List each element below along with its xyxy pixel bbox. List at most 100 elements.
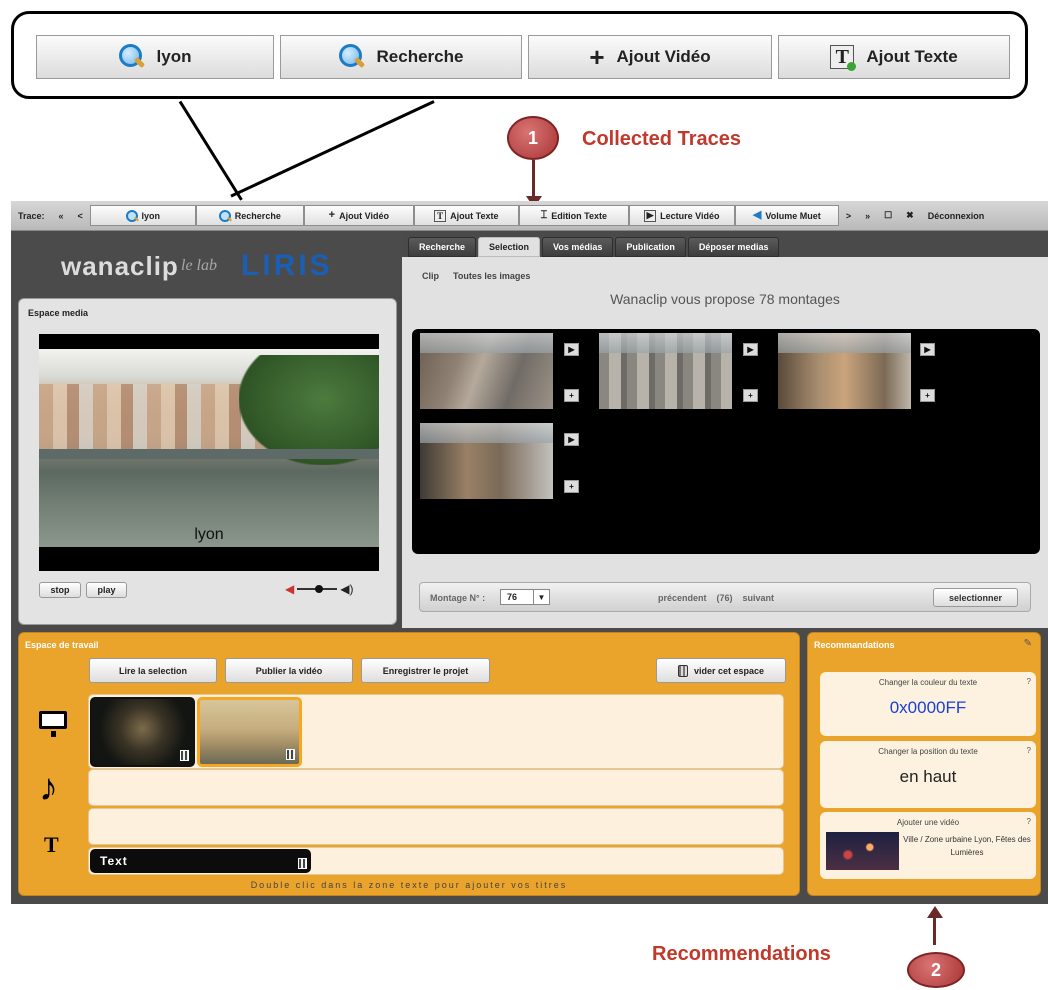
video-track[interactable] [88, 694, 784, 769]
text-track-empty[interactable] [88, 808, 784, 845]
reco-card-color[interactable]: Changer la couleur du texte ? 0x0000FF [820, 672, 1036, 736]
prev-button[interactable]: < [71, 211, 90, 221]
volume-slider[interactable] [297, 585, 338, 593]
window-icon[interactable]: ☐ [877, 210, 899, 221]
settings-icon[interactable]: ✎ [1024, 638, 1032, 649]
volume-knob[interactable] [315, 585, 324, 593]
lelab-logo: le lab [181, 257, 217, 274]
trash-icon[interactable] [180, 750, 189, 761]
help-icon[interactable]: ? [1027, 817, 1031, 826]
reco-color-value: 0x0000FF [889, 698, 967, 717]
arrow-2-shaft [933, 917, 936, 945]
callout-connector-left [178, 100, 243, 201]
play-icon[interactable]: ▶ [743, 343, 758, 356]
close-icon[interactable]: ✖ [899, 210, 921, 221]
video-player[interactable]: lyon [39, 334, 379, 571]
search-icon [218, 209, 231, 222]
play-button[interactable]: play [86, 582, 127, 598]
trace-ajout-video-button[interactable]: + Ajout Vidéo [303, 205, 414, 226]
trace-volume-muet-button[interactable]: ◀ Volume Muet [734, 205, 839, 226]
tab-vos-medias[interactable]: Vos médias [542, 237, 614, 257]
tab-recherche[interactable]: Recherche [408, 237, 477, 257]
selection-sublinks: Clip Toutes les images [422, 271, 530, 281]
reco-card-position[interactable]: Changer la position du texte ? en haut [820, 741, 1036, 808]
plus-icon: + [589, 42, 605, 72]
trace-recherche-button[interactable]: Recherche [195, 205, 304, 226]
text-clip[interactable]: Text [90, 849, 311, 873]
clear-space-button[interactable]: vider cet espace [656, 658, 786, 683]
previous-link[interactable]: précendent [658, 593, 707, 603]
search-icon [125, 209, 138, 222]
workspace-panel: Espace de travail Lire la selection Publ… [18, 632, 800, 896]
thumbnail[interactable] [599, 333, 732, 409]
search-icon [338, 44, 365, 70]
trace-toolbar: Trace: « < lyon Recherche + Ajout Vidéo … [11, 201, 1048, 231]
montage-count: (76) [716, 593, 733, 603]
clip-link[interactable]: Clip [422, 271, 439, 281]
montage-proposal-text: Wanaclip vous propose 78 montages [610, 291, 840, 307]
video-frame [39, 349, 379, 547]
liris-logo: LIRIS [241, 249, 333, 282]
select-button[interactable]: selectionner [933, 588, 1018, 607]
play-icon[interactable]: ▶ [564, 433, 579, 446]
help-icon[interactable]: ? [1027, 677, 1031, 686]
trash-icon[interactable] [286, 749, 295, 760]
timeline-clip[interactable] [90, 697, 195, 767]
logout-link[interactable]: Déconnexion [921, 211, 992, 221]
text-track[interactable]: Text [88, 847, 784, 875]
monitor-icon [39, 711, 67, 737]
next-link[interactable]: suivant [743, 593, 775, 603]
callout-ajout-video-button: + Ajout Vidéo [528, 35, 772, 79]
trace-lyon-button[interactable]: lyon [89, 205, 196, 226]
tab-deposer-medias[interactable]: Déposer medias [687, 237, 780, 257]
add-icon[interactable]: + [564, 389, 579, 402]
stop-button[interactable]: stop [39, 582, 81, 598]
add-icon[interactable]: + [564, 480, 579, 493]
play-icon[interactable]: ▶ [920, 343, 935, 356]
add-icon[interactable]: + [920, 389, 935, 402]
volume-control[interactable]: ◀ ◀) [285, 581, 375, 597]
reco-video-thumbnail[interactable] [826, 832, 899, 870]
speaker-icon[interactable]: ◀) [340, 582, 353, 596]
trace-ajout-texte-button[interactable]: T Ajout Texte [413, 205, 519, 226]
video-caption: lyon [194, 526, 224, 543]
thumbnail-grid: ▶ + ▶ + ▶ + ▶ + [412, 329, 1040, 554]
mute-speaker-icon[interactable]: ◀ [285, 582, 294, 596]
play-icon[interactable]: ▶ [564, 343, 579, 356]
tab-selection[interactable]: Selection [478, 237, 541, 257]
save-project-button[interactable]: Enregistrer le projet [361, 658, 490, 683]
audio-track[interactable] [88, 769, 784, 806]
reco-position-value: en haut [899, 767, 957, 786]
trace-lecture-video-button[interactable]: ▶ Lecture Vidéo [628, 205, 735, 226]
workspace-hint: Double clic dans la zone texte pour ajou… [250, 880, 568, 890]
add-icon[interactable]: + [743, 389, 758, 402]
chevron-down-icon[interactable]: ▼ [533, 590, 549, 604]
tab-publication[interactable]: Publication [615, 237, 686, 257]
media-panel: Espace media lyon stop play ◀ ◀) [18, 298, 397, 625]
trace-edition-texte-button[interactable]: ⌶ Edition Texte [518, 205, 629, 226]
search-icon [118, 44, 145, 70]
timeline-clip-selected[interactable] [197, 697, 302, 767]
callout-connector-right [230, 100, 435, 198]
arrow-1-shaft [532, 160, 535, 196]
last-button[interactable]: » [858, 211, 877, 221]
recommendations-panel: Recommandations ✎ Changer la couleur du … [807, 632, 1041, 896]
first-button[interactable]: « [52, 211, 71, 221]
recommendations-annotation-label: Recommendations [652, 943, 831, 965]
workspace-title: Espace de travail [25, 640, 99, 650]
reco-card-video[interactable]: Ajouter une vidéo ? Ville / Zone urbaine… [820, 812, 1036, 879]
help-icon[interactable]: ? [1027, 746, 1031, 755]
recommendations-title: Recommandations [814, 640, 895, 650]
thumbnail[interactable] [420, 333, 553, 409]
next-button[interactable]: > [839, 211, 858, 221]
montage-number-select[interactable]: 76 ▼ [500, 589, 550, 605]
thumbnail[interactable] [778, 333, 911, 409]
all-images-link[interactable]: Toutes les images [453, 271, 530, 281]
thumbnail[interactable] [420, 423, 553, 499]
annotation-marker-2: 2 [907, 952, 965, 988]
music-note-icon: ♪ [39, 767, 58, 809]
play-selection-button[interactable]: Lire la selection [89, 658, 217, 683]
publish-video-button[interactable]: Publier la vidéo [225, 658, 353, 683]
callout-lyon-button: lyon [36, 35, 274, 79]
trash-icon[interactable] [298, 858, 307, 869]
